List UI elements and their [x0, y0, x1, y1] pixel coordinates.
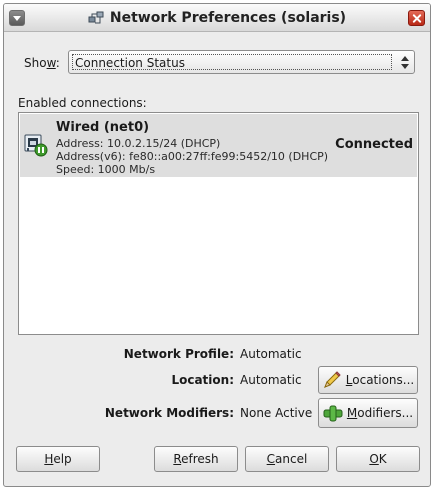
- cancel-mnemonic: C: [266, 452, 276, 466]
- refresh-rest: efresh: [181, 452, 219, 466]
- connection-row-wired[interactable]: Wired (net0) Address: 10.0.2.15/24 (DHCP…: [20, 114, 417, 177]
- show-label: Show:: [24, 56, 60, 70]
- network-preferences-window: Network Preferences (solaris) Show: Conn…: [3, 3, 431, 487]
- show-label-prefix: Sho: [24, 56, 47, 70]
- modifiers-rest: odifiers...: [357, 406, 414, 420]
- refresh-button-label: Refresh: [173, 452, 218, 466]
- network-modifiers-value: None Active: [240, 406, 313, 420]
- location-label: Location:: [171, 373, 234, 387]
- location-value: Automatic: [240, 373, 302, 387]
- enabled-connections-label: Enabled connections:: [18, 96, 147, 110]
- title-bar[interactable]: Network Preferences (solaris): [4, 4, 430, 32]
- connection-status: Connected: [335, 137, 413, 152]
- connection-speed: Speed: 1000 Mb/s: [56, 163, 156, 176]
- network-profile-label: Network Profile:: [123, 347, 234, 361]
- help-rest: elp: [53, 452, 72, 466]
- connection-address-v6: Address(v6): fe80::a00:27ff:fe99:5452/10…: [56, 150, 329, 163]
- pencil-icon: [323, 371, 341, 388]
- connection-name: Wired (net0): [56, 120, 150, 135]
- modifiers-button-label: Modifiers...: [347, 406, 413, 420]
- close-button[interactable]: [408, 10, 425, 26]
- refresh-button[interactable]: Refresh: [154, 446, 238, 472]
- cancel-button-label: Cancel: [267, 452, 308, 466]
- network-profile-value: Automatic: [240, 347, 302, 361]
- help-button-label: Help: [44, 452, 71, 466]
- updown-arrows-icon: [401, 56, 409, 69]
- ok-button[interactable]: OK: [336, 446, 420, 472]
- cancel-rest: ancel: [275, 452, 308, 466]
- window-title: Network Preferences (solaris): [109, 10, 347, 26]
- modifiers-mnemonic: M: [346, 406, 358, 420]
- network-preferences-icon: [88, 11, 104, 24]
- wired-connection-icon: [24, 134, 48, 157]
- ok-mnemonic: O: [369, 452, 379, 466]
- connection-address: Address: 10.0.2.15/24 (DHCP): [56, 137, 221, 150]
- locations-button[interactable]: Locations...: [318, 366, 418, 394]
- help-button[interactable]: Help: [16, 446, 100, 472]
- show-combo-value: Connection Status: [75, 56, 185, 70]
- modifiers-plugin-icon: [323, 405, 343, 422]
- show-combo[interactable]: Connection Status: [68, 50, 415, 74]
- show-label-mnemonic: w: [46, 56, 56, 70]
- locations-button-label: Locations...: [346, 373, 414, 387]
- cancel-button[interactable]: Cancel: [245, 446, 329, 472]
- locations-rest: ocations...: [352, 373, 415, 387]
- title-group: Network Preferences (solaris): [4, 4, 430, 32]
- modifiers-button[interactable]: Modifiers...: [318, 398, 418, 428]
- help-mnemonic: H: [44, 452, 54, 466]
- refresh-mnemonic: R: [173, 452, 182, 466]
- ok-button-label: OK: [369, 452, 386, 466]
- connections-list[interactable]: Wired (net0) Address: 10.0.2.15/24 (DHCP…: [18, 112, 419, 335]
- ok-rest: K: [378, 452, 387, 466]
- show-label-suffix: :: [55, 56, 60, 70]
- network-modifiers-label: Network Modifiers:: [104, 406, 234, 420]
